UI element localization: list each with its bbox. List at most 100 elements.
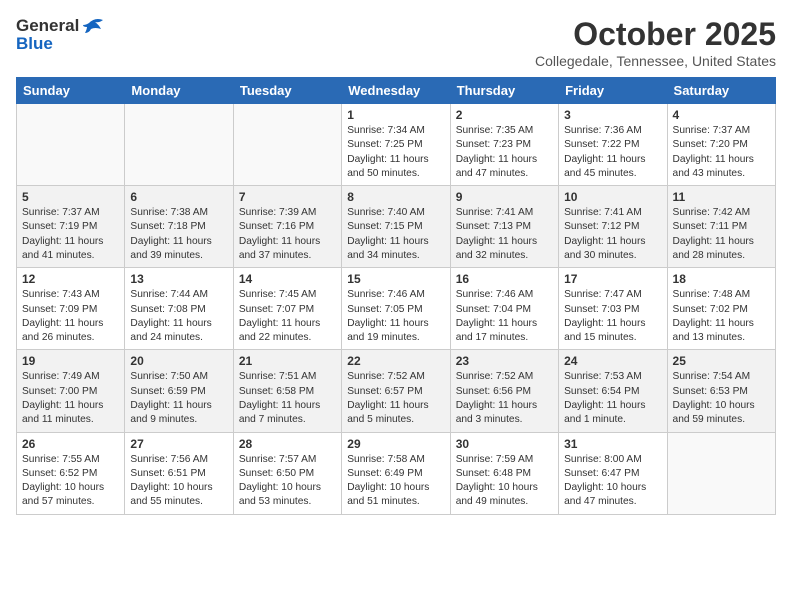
day-number: 12 (22, 272, 119, 286)
weekday-header-thursday: Thursday (450, 78, 558, 104)
day-info: Sunrise: 7:58 AM Sunset: 6:49 PM Dayligh… (347, 453, 444, 510)
calendar-cell: 15 Sunrise: 7:46 AM Sunset: 7:05 PM Dayli… (342, 268, 450, 350)
calendar-cell (125, 104, 233, 186)
day-number: 17 (564, 272, 661, 286)
title-area: October 2025 Collegedale, Tennessee, Uni… (535, 16, 776, 69)
day-number: 1 (347, 108, 444, 122)
day-info: Sunrise: 7:53 AM Sunset: 6:54 PM Dayligh… (564, 370, 661, 427)
day-info: Sunrise: 7:55 AM Sunset: 6:52 PM Dayligh… (22, 453, 119, 510)
day-number: 5 (22, 190, 119, 204)
day-number: 15 (347, 272, 444, 286)
day-info: Sunrise: 7:56 AM Sunset: 6:51 PM Dayligh… (130, 453, 227, 510)
week-row-2: 5Sunrise: 7:37 AM Sunset: 7:19 PM Daylig… (17, 186, 776, 268)
day-info: Sunrise: 7:46 AM Sunset: 7:04 PM Dayligh… (456, 288, 553, 345)
calendar-cell: 30 Sunrise: 7:59 AM Sunset: 6:48 PM Dayli… (450, 432, 558, 514)
week-row-5: 26 Sunrise: 7:55 AM Sunset: 6:52 PM Dayli… (17, 432, 776, 514)
logo-bird-icon (81, 15, 107, 35)
calendar-cell: 23 Sunrise: 7:52 AM Sunset: 6:56 PM Dayli… (450, 350, 558, 432)
day-info: Sunrise: 7:48 AM Sunset: 7:02 PM Dayligh… (673, 288, 770, 345)
day-info: Sunrise: 7:59 AM Sunset: 6:48 PM Dayligh… (456, 453, 553, 510)
calendar-cell: 13 Sunrise: 7:44 AM Sunset: 7:08 PM Dayli… (125, 268, 233, 350)
day-info: Sunrise: 7:52 AM Sunset: 6:56 PM Dayligh… (456, 370, 553, 427)
day-number: 2 (456, 108, 553, 122)
calendar-cell: 7 Sunrise: 7:39 AM Sunset: 7:16 PM Daylig… (233, 186, 341, 268)
day-number: 18 (673, 272, 770, 286)
month-title: October 2025 (535, 16, 776, 53)
calendar-cell: 22 Sunrise: 7:52 AM Sunset: 6:57 PM Dayli… (342, 350, 450, 432)
day-number: 14 (239, 272, 336, 286)
day-info: Sunrise: 7:35 AM Sunset: 7:23 PM Dayligh… (456, 124, 553, 181)
calendar-cell: 1 Sunrise: 7:34 AM Sunset: 7:25 PM Daylig… (342, 104, 450, 186)
page-header: General Blue October 2025 Collegedale, T… (16, 16, 776, 69)
day-info: Sunrise: 7:54 AM Sunset: 6:53 PM Dayligh… (673, 370, 770, 427)
calendar-cell: 24 Sunrise: 7:53 AM Sunset: 6:54 PM Dayli… (559, 350, 667, 432)
day-number: 30 (456, 437, 553, 451)
day-info: Sunrise: 7:44 AM Sunset: 7:08 PM Dayligh… (130, 288, 227, 345)
calendar-cell: 11 Sunrise: 7:42 AM Sunset: 7:11 PM Dayli… (667, 186, 775, 268)
calendar-cell: 10Sunrise: 7:41 AM Sunset: 7:12 PM Dayli… (559, 186, 667, 268)
calendar-cell: 26 Sunrise: 7:55 AM Sunset: 6:52 PM Dayli… (17, 432, 125, 514)
day-number: 26 (22, 437, 119, 451)
day-info: Sunrise: 7:40 AM Sunset: 7:15 PM Dayligh… (347, 206, 444, 263)
calendar-cell (233, 104, 341, 186)
day-info: Sunrise: 7:57 AM Sunset: 6:50 PM Dayligh… (239, 453, 336, 510)
day-number: 24 (564, 354, 661, 368)
day-info: Sunrise: 7:45 AM Sunset: 7:07 PM Dayligh… (239, 288, 336, 345)
calendar-cell: 21Sunrise: 7:51 AM Sunset: 6:58 PM Dayli… (233, 350, 341, 432)
calendar-cell: 14 Sunrise: 7:45 AM Sunset: 7:07 PM Dayli… (233, 268, 341, 350)
day-number: 13 (130, 272, 227, 286)
day-number: 27 (130, 437, 227, 451)
calendar-cell: 16Sunrise: 7:46 AM Sunset: 7:04 PM Dayli… (450, 268, 558, 350)
day-number: 31 (564, 437, 661, 451)
day-info: Sunrise: 7:39 AM Sunset: 7:16 PM Dayligh… (239, 206, 336, 263)
day-number: 20 (130, 354, 227, 368)
day-info: Sunrise: 7:43 AM Sunset: 7:09 PM Dayligh… (22, 288, 119, 345)
day-info: Sunrise: 8:00 AM Sunset: 6:47 PM Dayligh… (564, 453, 661, 510)
day-number: 22 (347, 354, 444, 368)
calendar-cell: 8 Sunrise: 7:40 AM Sunset: 7:15 PM Daylig… (342, 186, 450, 268)
day-info: Sunrise: 7:36 AM Sunset: 7:22 PM Dayligh… (564, 124, 661, 181)
day-number: 29 (347, 437, 444, 451)
day-info: Sunrise: 7:41 AM Sunset: 7:12 PM Dayligh… (564, 206, 661, 263)
week-row-4: 19Sunrise: 7:49 AM Sunset: 7:00 PM Dayli… (17, 350, 776, 432)
day-info: Sunrise: 7:34 AM Sunset: 7:25 PM Dayligh… (347, 124, 444, 181)
day-number: 4 (673, 108, 770, 122)
weekday-header-monday: Monday (125, 78, 233, 104)
day-info: Sunrise: 7:37 AM Sunset: 7:20 PM Dayligh… (673, 124, 770, 181)
calendar-cell: 9Sunrise: 7:41 AM Sunset: 7:13 PM Daylig… (450, 186, 558, 268)
day-info: Sunrise: 7:52 AM Sunset: 6:57 PM Dayligh… (347, 370, 444, 427)
day-number: 7 (239, 190, 336, 204)
logo-blue: Blue (16, 34, 53, 53)
day-number: 28 (239, 437, 336, 451)
day-number: 11 (673, 190, 770, 204)
day-number: 8 (347, 190, 444, 204)
calendar-cell: 3 Sunrise: 7:36 AM Sunset: 7:22 PM Daylig… (559, 104, 667, 186)
day-info: Sunrise: 7:47 AM Sunset: 7:03 PM Dayligh… (564, 288, 661, 345)
week-row-1: 1 Sunrise: 7:34 AM Sunset: 7:25 PM Daylig… (17, 104, 776, 186)
day-info: Sunrise: 7:49 AM Sunset: 7:00 PM Dayligh… (22, 370, 119, 427)
weekday-header-saturday: Saturday (667, 78, 775, 104)
weekday-header-sunday: Sunday (17, 78, 125, 104)
calendar-cell: 19Sunrise: 7:49 AM Sunset: 7:00 PM Dayli… (17, 350, 125, 432)
day-number: 3 (564, 108, 661, 122)
calendar-table: SundayMondayTuesdayWednesdayThursdayFrid… (16, 77, 776, 515)
calendar-cell: 12 Sunrise: 7:43 AM Sunset: 7:09 PM Dayli… (17, 268, 125, 350)
day-number: 23 (456, 354, 553, 368)
calendar-cell: 5Sunrise: 7:37 AM Sunset: 7:19 PM Daylig… (17, 186, 125, 268)
day-number: 25 (673, 354, 770, 368)
day-info: Sunrise: 7:42 AM Sunset: 7:11 PM Dayligh… (673, 206, 770, 263)
weekday-header-friday: Friday (559, 78, 667, 104)
day-info: Sunrise: 7:46 AM Sunset: 7:05 PM Dayligh… (347, 288, 444, 345)
calendar-cell: 4 Sunrise: 7:37 AM Sunset: 7:20 PM Daylig… (667, 104, 775, 186)
calendar-cell: 2 Sunrise: 7:35 AM Sunset: 7:23 PM Daylig… (450, 104, 558, 186)
calendar-cell (17, 104, 125, 186)
calendar-cell (667, 432, 775, 514)
week-row-3: 12 Sunrise: 7:43 AM Sunset: 7:09 PM Dayli… (17, 268, 776, 350)
day-info: Sunrise: 7:38 AM Sunset: 7:18 PM Dayligh… (130, 206, 227, 263)
day-number: 6 (130, 190, 227, 204)
weekday-header-row: SundayMondayTuesdayWednesdayThursdayFrid… (17, 78, 776, 104)
weekday-header-tuesday: Tuesday (233, 78, 341, 104)
calendar-cell: 6 Sunrise: 7:38 AM Sunset: 7:18 PM Daylig… (125, 186, 233, 268)
day-info: Sunrise: 7:41 AM Sunset: 7:13 PM Dayligh… (456, 206, 553, 263)
logo: General Blue (16, 16, 107, 54)
